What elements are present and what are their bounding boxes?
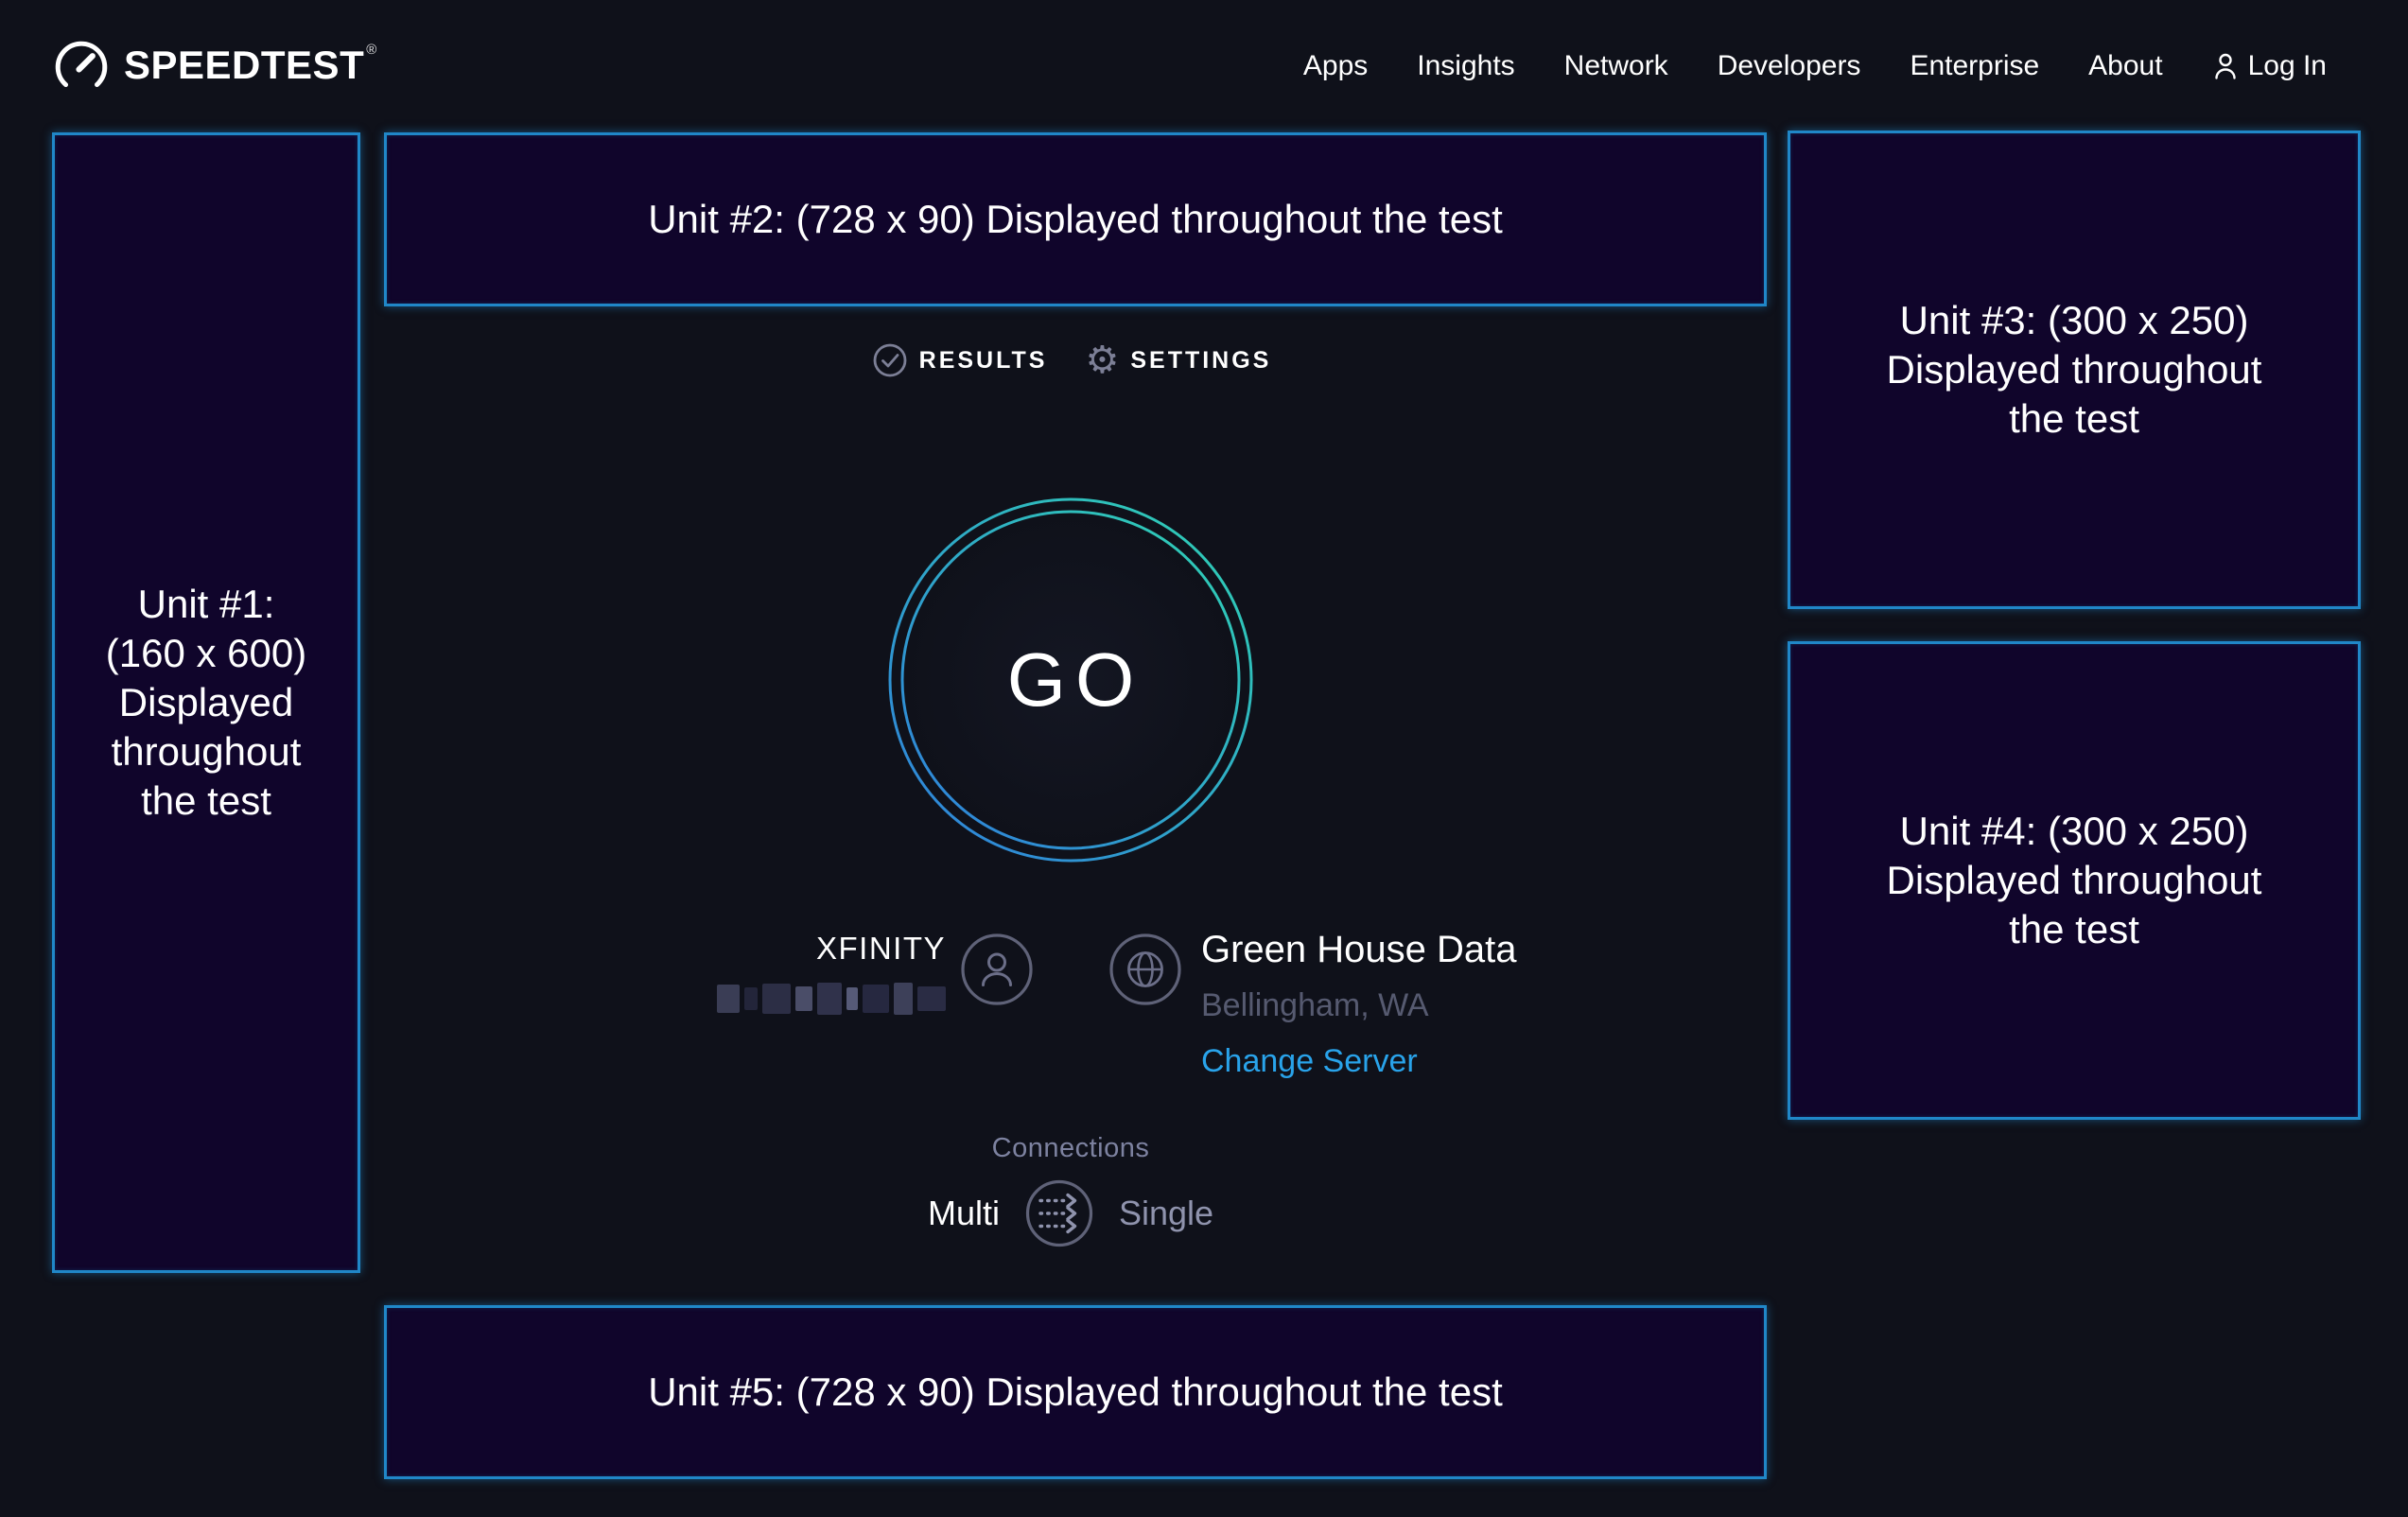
ad-unit-2[interactable]: Unit #2: (728 x 90) Displayed throughout… — [384, 132, 1767, 306]
isp-name: XFINITY — [662, 931, 946, 967]
primary-nav: Apps Insights Network Developers Enterpr… — [1303, 50, 2327, 82]
speedometer-gauge-icon — [52, 38, 111, 96]
ad-unit-2-text: Unit #2: (728 x 90) Displayed throughout… — [648, 195, 1503, 244]
ad-unit-5-text: Unit #5: (728 x 90) Displayed throughout… — [648, 1368, 1503, 1417]
connections-single-option[interactable]: Single — [1119, 1194, 1213, 1233]
ad-unit-1[interactable]: Unit #1:(160 x 600) Displayedthroughout … — [52, 132, 360, 1273]
server-badge — [1108, 933, 1182, 1006]
ad-unit-3[interactable]: Unit #3: (300 x 250)Displayed throughout… — [1788, 131, 2361, 609]
speedtest-page: SPEEDTEST ® Apps Insights Network Develo… — [0, 0, 2408, 1517]
globe-icon — [1108, 933, 1182, 1006]
tab-settings[interactable]: ⚙ SETTINGS — [1085, 342, 1271, 378]
tab-settings-label: SETTINGS — [1130, 347, 1271, 375]
multi-stream-arrows-icon[interactable] — [1024, 1178, 1094, 1248]
server-name: Green House Data — [1201, 929, 1517, 971]
check-circle-icon — [872, 342, 908, 378]
trademark-mark: ® — [366, 42, 376, 58]
nav-item-network[interactable]: Network — [1564, 50, 1668, 82]
go-button-label: GO — [881, 491, 1260, 869]
connections-toggle: Multi Single — [881, 1176, 1260, 1251]
ad-unit-5[interactable]: Unit #5: (728 x 90) Displayed throughout… — [384, 1305, 1767, 1479]
user-icon — [2212, 51, 2239, 81]
isp-info: XFINITY — [662, 931, 946, 1016]
login-label: Log In — [2248, 50, 2327, 82]
tab-results[interactable]: RESULTS — [872, 342, 1048, 378]
view-tabs: RESULTS ⚙ SETTINGS — [882, 342, 1261, 378]
server-info: Green House Data Bellingham, WA Change S… — [1201, 929, 1517, 1080]
nav-item-about[interactable]: About — [2088, 50, 2162, 82]
isp-badge — [960, 933, 1034, 1006]
connections-label: Connections — [952, 1133, 1189, 1164]
nav-item-insights[interactable]: Insights — [1417, 50, 1514, 82]
ip-redacted — [662, 982, 946, 1016]
ad-unit-4[interactable]: Unit #4: (300 x 250)Displayed throughout… — [1788, 641, 2361, 1120]
ad-unit-4-text: Unit #4: (300 x 250)Displayed throughout… — [1887, 807, 2262, 954]
person-icon — [960, 933, 1034, 1006]
ad-unit-3-text: Unit #3: (300 x 250)Displayed throughout… — [1887, 296, 2262, 444]
top-nav-bar: SPEEDTEST ® Apps Insights Network Develo… — [52, 0, 2327, 132]
connections-multi-option[interactable]: Multi — [928, 1194, 1000, 1233]
brand-wordmark: SPEEDTEST — [124, 36, 364, 95]
nav-item-login[interactable]: Log In — [2212, 50, 2327, 82]
ad-unit-1-text: Unit #1:(160 x 600) Displayedthroughout … — [106, 580, 306, 826]
nav-item-apps[interactable]: Apps — [1303, 50, 1368, 82]
tab-results-label: RESULTS — [919, 347, 1048, 375]
server-location: Bellingham, WA — [1201, 987, 1517, 1024]
nav-item-developers[interactable]: Developers — [1718, 50, 1861, 82]
gear-icon: ⚙ — [1085, 342, 1119, 378]
brand-logo[interactable]: SPEEDTEST ® — [52, 36, 376, 96]
go-button[interactable]: GO — [881, 491, 1260, 869]
nav-item-enterprise[interactable]: Enterprise — [1910, 50, 2039, 82]
change-server-link[interactable]: Change Server — [1201, 1043, 1418, 1080]
